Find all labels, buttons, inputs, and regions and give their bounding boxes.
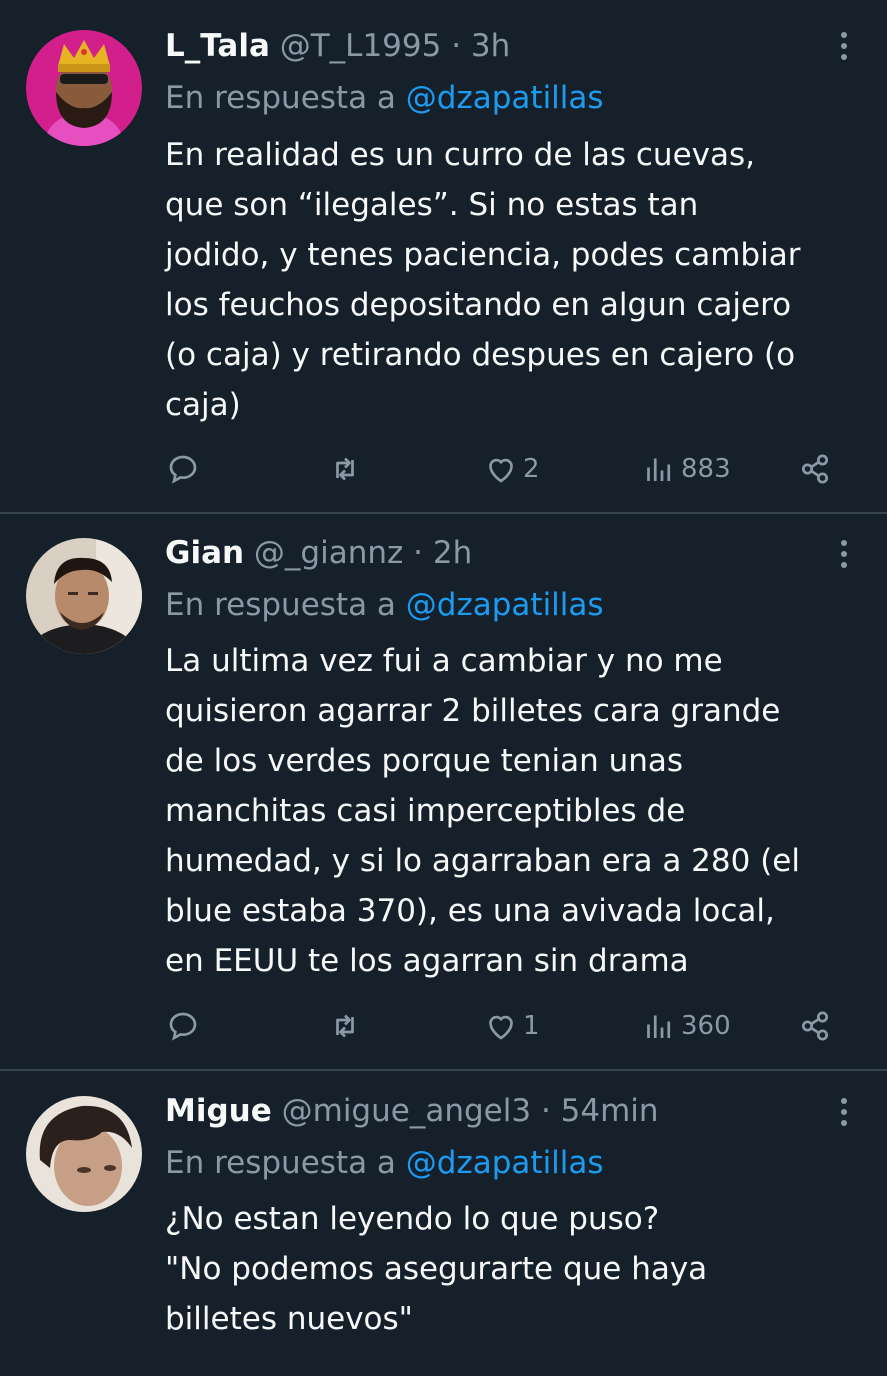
avatar[interactable] xyxy=(26,538,142,654)
retweet-icon xyxy=(336,457,354,481)
action-bar: 2 883 xyxy=(165,449,865,489)
separator: · xyxy=(451,28,462,64)
user-handle[interactable]: @_giannz xyxy=(254,535,403,571)
like-button[interactable]: 1 xyxy=(483,1006,540,1046)
action-bar: 1 360 xyxy=(165,1006,865,1046)
share-button[interactable] xyxy=(797,449,833,489)
heart-icon xyxy=(489,458,513,483)
views-chart-icon xyxy=(647,458,671,481)
mention-link[interactable]: @dzapatillas xyxy=(406,1145,604,1181)
views-button[interactable]: 883 xyxy=(641,449,731,489)
avatar-king-image xyxy=(26,30,142,146)
tweet-text: ¿No estan leyendo lo que puso? "No podem… xyxy=(165,1201,708,1337)
like-button[interactable]: 2 xyxy=(483,449,540,489)
tweet-header: Migue @migue_angel3 · 54min xyxy=(165,1089,659,1133)
reply-icon xyxy=(169,1012,197,1041)
share-icon xyxy=(801,454,829,484)
reply-context: En respuesta a @dzapatillas xyxy=(165,583,604,627)
tweet[interactable]: Gian @_giannz · 2h En respuesta a @dzapa… xyxy=(0,514,887,1069)
reply-prefix: En respuesta a xyxy=(165,587,396,623)
separator: · xyxy=(540,1093,551,1129)
avatar-photo-image xyxy=(26,1096,142,1212)
mention-link[interactable]: @dzapatillas xyxy=(406,587,604,623)
mention-link[interactable]: @dzapatillas xyxy=(406,80,604,116)
retweet-icon xyxy=(336,1014,354,1038)
reply-button[interactable] xyxy=(165,1006,201,1046)
display-name[interactable]: Migue xyxy=(165,1093,272,1129)
like-count: 1 xyxy=(523,1011,540,1041)
avatar[interactable] xyxy=(26,1096,142,1212)
more-options-icon[interactable] xyxy=(830,534,858,574)
view-count: 360 xyxy=(681,1011,731,1041)
retweet-button[interactable] xyxy=(327,1006,363,1046)
tweet[interactable]: Migue @migue_angel3 · 54min En respuesta… xyxy=(0,1071,887,1376)
reply-context: En respuesta a @dzapatillas xyxy=(165,76,604,120)
share-icon xyxy=(801,1011,829,1041)
view-count: 883 xyxy=(681,454,731,484)
timestamp[interactable]: 2h xyxy=(433,535,472,571)
reply-prefix: En respuesta a xyxy=(165,1145,396,1181)
tweet-header: Gian @_giannz · 2h xyxy=(165,531,472,575)
timestamp[interactable]: 3h xyxy=(471,28,510,64)
separator: · xyxy=(413,535,423,571)
display-name[interactable]: Gian xyxy=(165,535,244,571)
tweet[interactable]: L_Tala @T_L1995 · 3h En respuesta a @dza… xyxy=(0,0,887,512)
tweet-text: En realidad es un curro de las cuevas, q… xyxy=(165,137,801,423)
share-button[interactable] xyxy=(797,1006,833,1046)
timestamp[interactable]: 54min xyxy=(561,1093,659,1129)
avatar[interactable] xyxy=(26,30,142,146)
reply-context: En respuesta a @dzapatillas xyxy=(165,1141,604,1185)
user-handle[interactable]: @T_L1995 xyxy=(280,28,442,64)
retweet-button[interactable] xyxy=(327,449,363,489)
views-chart-icon xyxy=(647,1015,671,1038)
more-options-icon[interactable] xyxy=(830,26,858,66)
reply-prefix: En respuesta a xyxy=(165,80,396,116)
avatar-photo-image xyxy=(26,538,142,654)
reply-icon xyxy=(169,455,197,484)
user-handle[interactable]: @migue_angel3 xyxy=(282,1093,531,1129)
views-button[interactable]: 360 xyxy=(641,1006,731,1046)
tweet-header: L_Tala @T_L1995 · 3h xyxy=(165,24,510,68)
like-count: 2 xyxy=(523,454,540,484)
tweet-text: La ultima vez fui a cambiar y no me quis… xyxy=(165,643,800,979)
more-options-icon[interactable] xyxy=(830,1092,858,1132)
heart-icon xyxy=(489,1015,513,1040)
display-name[interactable]: L_Tala xyxy=(165,28,270,64)
reply-button[interactable] xyxy=(165,449,201,489)
